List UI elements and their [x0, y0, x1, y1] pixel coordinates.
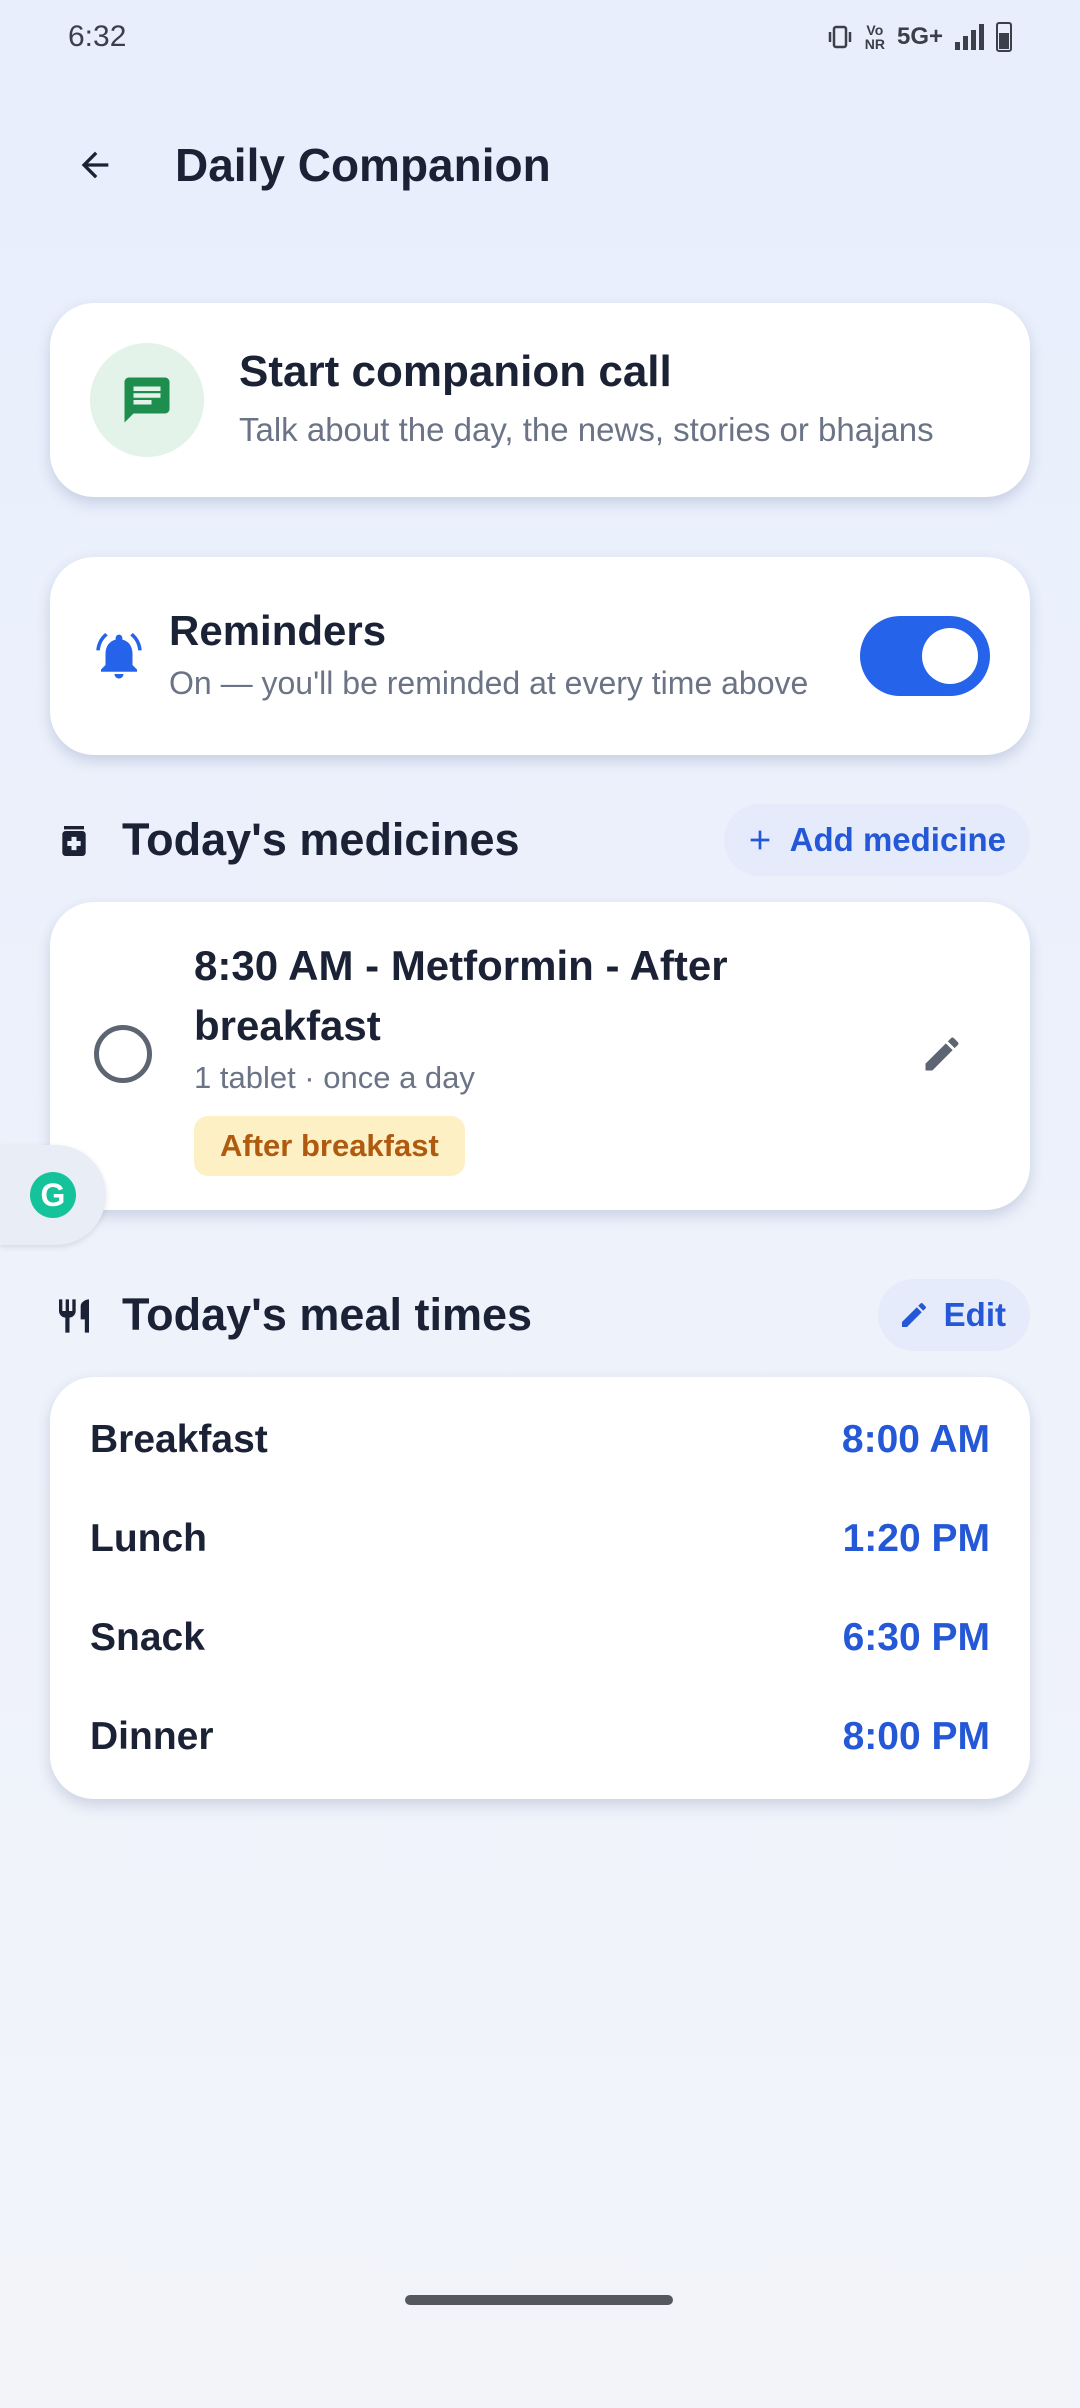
vibrate-icon [827, 24, 853, 50]
home-indicator[interactable] [405, 2295, 673, 2305]
meal-time: 8:00 AM [841, 1418, 990, 1461]
back-arrow-icon [81, 151, 109, 179]
meal-name: Dinner [90, 1715, 214, 1758]
meal-name: Lunch [90, 1517, 207, 1560]
volte-nr-icon: Vo NR [865, 23, 885, 51]
status-bar: 6:32 Vo NR 5G+ [0, 0, 1080, 80]
medicine-timing-badge: After breakfast [194, 1116, 465, 1176]
medicine-dosage: 1 tablet · once a day [194, 1060, 475, 1095]
meal-row-dinner: Dinner 8:00 PM [90, 1707, 990, 1767]
edit-label: Edit [943, 1296, 1006, 1333]
medicine-taken-checkbox[interactable] [94, 1025, 152, 1083]
reminders-card: Reminders On — you'll be reminded at eve… [50, 557, 1030, 755]
meal-row-lunch: Lunch 1:20 PM [90, 1509, 990, 1569]
edit-meal-times-button[interactable]: Edit [877, 1279, 1030, 1351]
chat-icon [90, 343, 204, 457]
app-bar: Daily Companion [0, 120, 1080, 210]
nr-label: NR [864, 36, 885, 52]
meal-time: 6:30 PM [842, 1616, 990, 1659]
meal-time: 1:20 PM [842, 1517, 990, 1560]
meal-times-section-header: Today's meal times Edit [50, 1275, 1030, 1355]
grammarly-floating-button[interactable]: G [0, 1145, 106, 1245]
reminders-title: Reminders [169, 607, 387, 654]
grammarly-icon: G [30, 1172, 76, 1218]
battery-icon [996, 22, 1012, 52]
start-companion-call-card[interactable]: Start companion call Talk about the day,… [50, 303, 1030, 497]
meal-times-title: Today's meal times [122, 1289, 533, 1340]
medicine-card: 8:30 AM - Metformin - After breakfast 1 … [50, 902, 1030, 1210]
restaurant-icon [59, 1299, 89, 1333]
status-time: 6:32 [68, 20, 127, 53]
meal-name: Breakfast [90, 1418, 268, 1461]
medication-icon [62, 826, 86, 856]
add-medicine-label: Add medicine [789, 821, 1006, 858]
call-subtitle: Talk about the day, the news, stories or… [239, 411, 934, 448]
pencil-icon [901, 1303, 926, 1327]
medicine-title: 8:30 AM - Metformin - After breakfast [194, 942, 728, 1049]
reminders-subtitle: On — you'll be reminded at every time ab… [169, 665, 809, 701]
status-icons: Vo NR 5G+ [827, 22, 1012, 52]
toggle-knob [922, 628, 978, 684]
medicines-title: Today's medicines [122, 814, 520, 865]
call-title: Start companion call [239, 347, 672, 396]
meal-row-snack: Snack 6:30 PM [90, 1608, 990, 1668]
add-medicine-button[interactable]: Add medicine [723, 804, 1030, 876]
meal-time: 8:00 PM [842, 1715, 990, 1758]
meal-row-breakfast: Breakfast 8:00 AM [90, 1410, 990, 1470]
reminders-toggle[interactable] [860, 616, 990, 696]
meal-times-card: Breakfast 8:00 AM Lunch 1:20 PM Snack 6:… [50, 1377, 1030, 1799]
network-type: 5G+ [896, 23, 943, 50]
back-button[interactable] [60, 130, 130, 200]
page-title: Daily Companion [175, 139, 551, 191]
plus-icon [750, 830, 769, 850]
alarm-bell-icon [96, 633, 142, 679]
signal-icon [955, 24, 984, 50]
meal-name: Snack [90, 1616, 205, 1659]
medicines-section-header: Today's medicines Add medicine [50, 800, 1030, 880]
edit-medicine-icon[interactable] [920, 1032, 964, 1076]
